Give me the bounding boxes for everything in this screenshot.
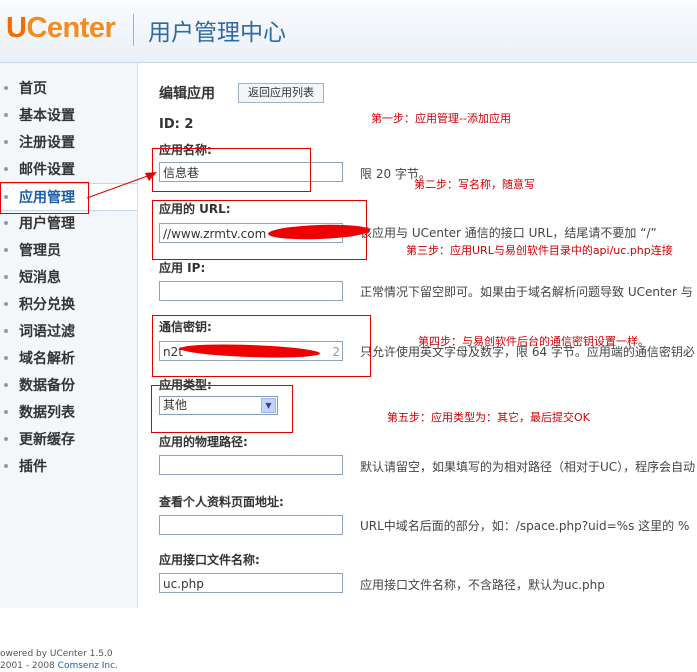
sidebar-item-label: 数据列表 bbox=[19, 405, 75, 421]
profile-url-input[interactable] bbox=[159, 515, 343, 535]
bullet-icon bbox=[4, 221, 8, 225]
app-path-label: 应用的物理路径: bbox=[159, 435, 248, 449]
header-title: 用户管理中心 bbox=[148, 20, 286, 46]
app-path-hint: 默认请留空，如果填写的为相对路径（相对于UC），程序会自动 bbox=[360, 460, 696, 474]
step1-annotation: 第一步：应用管理--添加应用 bbox=[371, 112, 511, 125]
highlight-app-menu bbox=[0, 182, 89, 214]
sidebar-item-label: 邮件设置 bbox=[19, 162, 75, 178]
sidebar-item[interactable]: 管理员 bbox=[0, 237, 137, 263]
sidebar-item-label: 用户管理 bbox=[19, 216, 75, 232]
highlight-type-field bbox=[151, 385, 293, 433]
highlight-name-field bbox=[152, 148, 311, 192]
sidebar-item[interactable]: 基本设置 bbox=[0, 102, 137, 128]
sidebar-item-label: 积分兑换 bbox=[19, 297, 75, 313]
sidebar-item-label: 短消息 bbox=[19, 270, 61, 286]
ucenter-logo[interactable]: UCenter bbox=[6, 12, 116, 45]
api-file-input[interactable]: uc.php bbox=[159, 573, 343, 593]
sidebar-item-label: 更新缓存 bbox=[19, 432, 75, 448]
bullet-icon bbox=[4, 410, 8, 414]
app-url-hint: 该应用与 UCenter 通信的接口 URL，结尾请不要加 “/” bbox=[360, 226, 657, 240]
profile-url-label: 查看个人资料页面地址: bbox=[159, 495, 284, 509]
bullet-icon bbox=[4, 464, 8, 468]
app-ip-input[interactable] bbox=[159, 281, 343, 301]
footer-copyright: 2001 - 2008 Comsenz Inc. bbox=[0, 661, 118, 671]
sidebar-item[interactable]: 插件 bbox=[0, 453, 137, 479]
step3-annotation: 第三步：应用URL与易创软件目录中的api/uc.php连接 bbox=[406, 244, 673, 257]
bullet-icon bbox=[4, 113, 8, 117]
comsenz-link[interactable]: Comsenz Inc. bbox=[58, 661, 118, 671]
api-file-hint: 应用接口文件名称，不含路径，默认为uc.php bbox=[360, 578, 605, 592]
sidebar-item-label: 基本设置 bbox=[19, 108, 75, 124]
sidebar-item-label: 词语过滤 bbox=[19, 324, 75, 340]
bullet-icon bbox=[4, 167, 8, 171]
app-ip-label: 应用 IP: bbox=[159, 261, 206, 275]
sidebar-item-label: 首页 bbox=[19, 81, 47, 97]
step4-annotation: 第四步：与易创软件后台的通信密钥设置一样。 bbox=[418, 335, 649, 348]
footer-powered: owered by UCenter 1.5.0 bbox=[0, 649, 113, 659]
app-ip-hint: 正常情况下留空即可。如果由于域名解析问题导致 UCenter 与 bbox=[360, 285, 693, 299]
bullet-icon bbox=[4, 140, 8, 144]
bullet-icon bbox=[4, 383, 8, 387]
arrow-icon bbox=[86, 172, 157, 199]
sidebar-item[interactable]: 积分兑换 bbox=[0, 291, 137, 317]
app-path-input[interactable] bbox=[159, 455, 343, 475]
bullet-icon bbox=[4, 329, 8, 333]
bullet-icon bbox=[4, 356, 8, 360]
back-to-list-button[interactable]: 返回应用列表 bbox=[238, 83, 324, 103]
bullet-icon bbox=[4, 86, 8, 90]
sidebar-item-label: 注册设置 bbox=[19, 135, 75, 151]
bullet-icon bbox=[4, 302, 8, 306]
sidebar: 首页 基本设置 注册设置 邮件设置 应用管理 用户管理 管理员 短消息 积分兑换 词语过滤 域名解析… bbox=[0, 63, 138, 671]
sidebar-item[interactable]: 首页 bbox=[0, 75, 137, 101]
page-title: 编辑应用 bbox=[159, 86, 215, 102]
sidebar-item[interactable]: 域名解析 bbox=[0, 345, 137, 371]
sidebar-item-label: 管理员 bbox=[19, 243, 61, 259]
bullet-icon bbox=[4, 275, 8, 279]
header: UCenter 用户管理中心 bbox=[0, 0, 697, 63]
sidebar-item-label: 域名解析 bbox=[19, 351, 75, 367]
api-file-label: 应用接口文件名称: bbox=[159, 553, 260, 567]
bullet-icon bbox=[4, 437, 8, 441]
sidebar-item[interactable]: 更新缓存 bbox=[0, 426, 137, 452]
app-id: ID: 2 bbox=[159, 117, 194, 132]
sidebar-item-label: 插件 bbox=[19, 459, 47, 475]
sidebar-item[interactable]: 词语过滤 bbox=[0, 318, 137, 344]
bullet-icon bbox=[4, 248, 8, 252]
sidebar-item-label: 数据备份 bbox=[19, 378, 75, 394]
profile-url-hint: URL中域名后面的部分，如：/space.php?uid=%s 这里的 % bbox=[360, 519, 690, 533]
sidebar-item[interactable]: 数据列表 bbox=[0, 399, 137, 425]
step5-annotation: 第五步：应用类型为：其它，最后提交OK bbox=[387, 411, 590, 424]
sidebar-item[interactable]: 注册设置 bbox=[0, 129, 137, 155]
step2-annotation: 第二步：写名称，随意写 bbox=[414, 178, 535, 191]
header-divider bbox=[133, 14, 134, 46]
sidebar-footer: owered by UCenter 1.5.0 2001 - 2008 Coms… bbox=[0, 648, 118, 672]
sidebar-item[interactable]: 数据备份 bbox=[0, 372, 137, 398]
sidebar-item[interactable]: 短消息 bbox=[0, 264, 137, 290]
